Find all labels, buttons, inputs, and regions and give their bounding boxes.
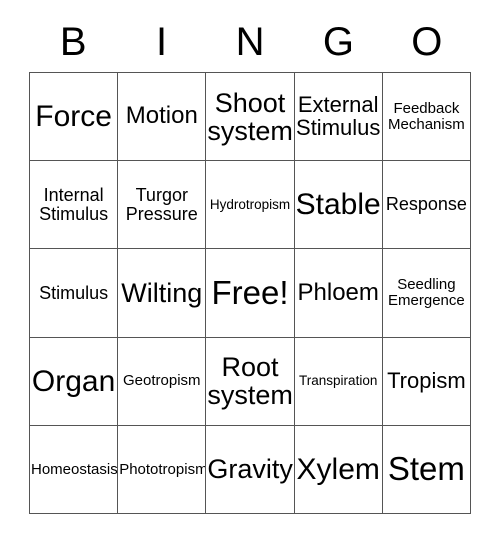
bingo-cell-i2[interactable]: Turgor Pressure bbox=[118, 161, 207, 250]
bingo-cell-g1[interactable]: External Stimulus bbox=[294, 73, 383, 162]
bingo-cell-label: Response bbox=[385, 194, 467, 215]
bingo-cell-b1[interactable]: Force bbox=[30, 73, 119, 162]
bingo-cell-label: Motion bbox=[125, 102, 198, 130]
bingo-cell-free-space[interactable]: Free! bbox=[206, 249, 295, 338]
bingo-cell-o2[interactable]: Response bbox=[382, 161, 471, 250]
bingo-cell-b2[interactable]: Internal Stimulus bbox=[30, 161, 119, 250]
bingo-cell-g2[interactable]: Stable bbox=[294, 161, 383, 250]
bingo-cell-i5[interactable]: Phototropism bbox=[118, 425, 207, 514]
bingo-cell-n5[interactable]: Gravity bbox=[206, 425, 295, 514]
header-letter-b: B bbox=[59, 20, 87, 64]
header-letter-i: I bbox=[156, 20, 168, 64]
bingo-cell-i4[interactable]: Geotropism bbox=[118, 337, 207, 426]
bingo-cell-o3[interactable]: Seedling Emergence bbox=[382, 249, 471, 338]
bingo-cell-label: Geotropism bbox=[123, 372, 201, 390]
bingo-cell-label: Shoot system bbox=[207, 87, 293, 146]
header-letter-o: O bbox=[411, 20, 443, 64]
bingo-cell-label: Transpiration bbox=[299, 373, 378, 389]
header-letter-g: G bbox=[322, 20, 354, 64]
bingo-cell-i1[interactable]: Motion bbox=[118, 73, 207, 162]
bingo-cell-label: Stable bbox=[295, 188, 381, 222]
bingo-cell-label: Feedback Mechanism bbox=[388, 100, 465, 133]
bingo-cell-o4[interactable]: Tropism bbox=[382, 337, 471, 426]
bingo-cell-b3[interactable]: Stimulus bbox=[30, 249, 119, 338]
bingo-cell-label: External Stimulus bbox=[296, 91, 381, 140]
bingo-cell-label: Stem bbox=[387, 450, 465, 488]
bingo-cell-label: Tropism bbox=[387, 367, 466, 393]
bingo-cell-label: Stimulus bbox=[39, 282, 109, 303]
bingo-cell-label: Turgor Pressure bbox=[125, 185, 198, 224]
bingo-cell-g3[interactable]: Phloem bbox=[294, 249, 383, 338]
bingo-cell-o5[interactable]: Stem bbox=[382, 425, 471, 514]
free-space-label: Free! bbox=[211, 273, 289, 311]
bingo-cell-i3[interactable]: Wilting bbox=[118, 249, 207, 338]
bingo-cell-label: Root system bbox=[207, 352, 293, 411]
bingo-cell-label: Phloem bbox=[297, 278, 379, 306]
bingo-cell-label: Organ bbox=[31, 364, 116, 398]
bingo-cell-label: Homeostasis bbox=[31, 460, 118, 478]
header-letter-n: N bbox=[235, 20, 265, 64]
bingo-cell-b4[interactable]: Organ bbox=[30, 337, 119, 426]
bingo-cell-label: Wilting bbox=[121, 277, 203, 308]
bingo-cell-g4[interactable]: Transpiration bbox=[294, 337, 383, 426]
bingo-cell-n4[interactable]: Root system bbox=[206, 337, 295, 426]
bingo-cell-label: Seedling Emergence bbox=[388, 276, 465, 309]
bingo-cell-label: Internal Stimulus bbox=[39, 185, 109, 224]
bingo-grid: Force Motion Shoot system External Stimu… bbox=[29, 72, 471, 514]
bingo-cell-g5[interactable]: Xylem bbox=[294, 425, 383, 514]
bingo-header-row: B I N G O bbox=[29, 14, 471, 64]
bingo-cell-o1[interactable]: Feedback Mechanism bbox=[382, 73, 471, 162]
bingo-cell-label: Gravity bbox=[207, 454, 293, 485]
bingo-cell-label: Xylem bbox=[296, 452, 380, 486]
bingo-cell-n2[interactable]: Hydrotropism bbox=[206, 161, 295, 250]
bingo-card: B I N G O Force Motion Shoot system Exte… bbox=[29, 14, 471, 514]
bingo-cell-n1[interactable]: Shoot system bbox=[206, 73, 295, 162]
bingo-cell-label: Hydrotropism bbox=[209, 196, 291, 212]
bingo-cell-b5[interactable]: Homeostasis bbox=[30, 425, 119, 514]
bingo-cell-label: Force bbox=[35, 100, 112, 133]
bingo-cell-label: Phototropism bbox=[119, 460, 207, 478]
